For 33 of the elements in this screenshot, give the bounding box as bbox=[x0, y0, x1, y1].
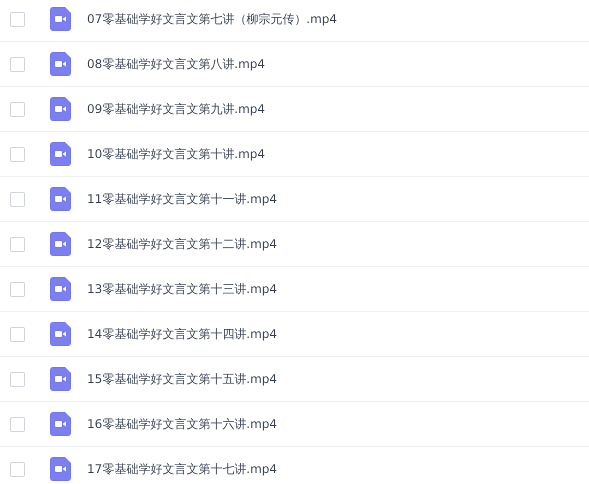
video-file-icon bbox=[50, 277, 71, 301]
file-name[interactable]: 16零基础学好文言文第十六讲.mp4 bbox=[87, 416, 278, 432]
file-name[interactable]: 08零基础学好文言文第八讲.mp4 bbox=[87, 56, 266, 72]
video-file-icon bbox=[50, 7, 71, 31]
video-file-icon bbox=[50, 322, 71, 346]
file-name[interactable]: 12零基础学好文言文第十二讲.mp4 bbox=[87, 236, 278, 252]
video-file-icon bbox=[50, 52, 71, 76]
checkbox[interactable] bbox=[10, 462, 25, 476]
file-name[interactable]: 07零基础学好文言文第七讲（柳宗元传）.mp4 bbox=[87, 10, 338, 28]
video-file-icon bbox=[50, 457, 71, 481]
checkbox[interactable] bbox=[10, 102, 25, 116]
file-name[interactable]: 15零基础学好文言文第十五讲.mp4 bbox=[87, 370, 278, 388]
file-name[interactable]: 09零基础学好文言文第九讲.mp4 bbox=[87, 100, 266, 118]
file-name[interactable]: 14零基础学好文言文第十四讲.mp4 bbox=[87, 326, 278, 342]
file-name[interactable]: 17零基础学好文言文第十七讲.mp4 bbox=[87, 460, 278, 478]
checkbox[interactable] bbox=[10, 372, 25, 386]
video-file-icon bbox=[50, 412, 71, 436]
video-file-icon bbox=[50, 97, 71, 121]
checkbox[interactable] bbox=[10, 416, 25, 432]
checkbox[interactable] bbox=[10, 56, 25, 72]
video-file-icon bbox=[50, 187, 71, 211]
video-file-icon bbox=[50, 367, 71, 391]
file-name[interactable]: 10零基础学好文言文第十讲.mp4 bbox=[87, 146, 266, 162]
checkbox[interactable] bbox=[10, 192, 25, 206]
checkbox[interactable] bbox=[10, 282, 25, 296]
file-name[interactable]: 11零基础学好文言文第十一讲.mp4 bbox=[87, 190, 278, 208]
checkbox[interactable] bbox=[10, 146, 25, 162]
checkbox[interactable] bbox=[10, 236, 25, 252]
checkbox[interactable] bbox=[10, 12, 25, 26]
file-name[interactable]: 13零基础学好文言文第十三讲.mp4 bbox=[87, 280, 278, 298]
video-file-icon bbox=[50, 232, 71, 256]
checkbox[interactable] bbox=[10, 326, 25, 342]
video-file-icon bbox=[50, 142, 71, 166]
